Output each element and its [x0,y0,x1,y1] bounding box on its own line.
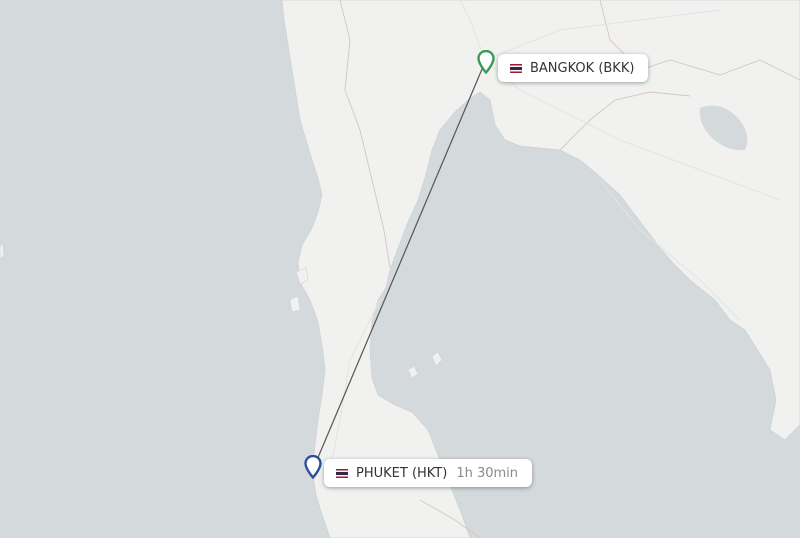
destination-pin-icon[interactable] [304,454,322,480]
island [431,351,443,367]
island [289,295,301,313]
thailand-flag-icon [336,468,348,478]
route-map[interactable]: BANGKOK (BKK) PHUKET (HKT) 1h 30min [0,0,800,538]
island [407,365,419,379]
origin-pin-icon[interactable] [477,49,495,75]
flight-duration-text: 1h 30min [456,465,519,481]
island [0,243,5,259]
origin-city-text: BANGKOK (BKK) [530,60,635,76]
thailand-flag-icon [510,63,522,73]
destination-city-text: PHUKET (HKT) [356,465,448,481]
origin-label[interactable]: BANGKOK (BKK) [498,54,649,82]
destination-label[interactable]: PHUKET (HKT) 1h 30min [324,459,533,487]
map-base-layer [0,0,800,538]
